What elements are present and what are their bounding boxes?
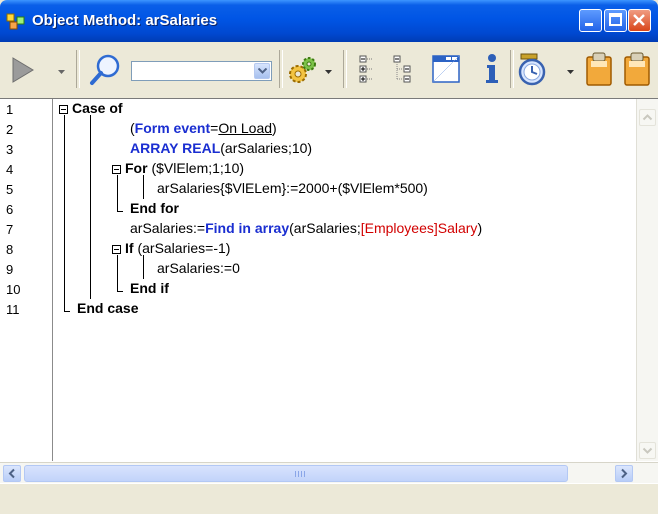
scroll-down-button[interactable] (639, 442, 656, 459)
code-token: (arSalaries; (289, 220, 361, 236)
scroll-right-button[interactable] (615, 465, 633, 482)
code-line-8[interactable]: If (arSalaries=-1) (125, 240, 230, 256)
code-token: ) (272, 120, 277, 136)
clipboard-icon[interactable] (622, 51, 652, 87)
vertical-scrollbar[interactable] (636, 99, 658, 461)
collapse-all-icon[interactable] (358, 54, 376, 84)
code-token: arSalaries:= (130, 220, 206, 236)
window-title: Object Method: arSalaries (32, 12, 218, 29)
fold-toggle-case[interactable] (59, 105, 68, 114)
toolbar (0, 42, 658, 99)
gears-dropdown-icon[interactable] (325, 70, 332, 74)
fold-guide (64, 115, 65, 311)
code-line-3[interactable]: ARRAY REAL(arSalaries;10) (130, 140, 312, 156)
code-token: (arSalaries;10) (220, 140, 313, 156)
scroll-up-button[interactable] (639, 109, 656, 126)
gears-icon[interactable] (287, 54, 319, 86)
fold-toggle-for[interactable] (112, 165, 121, 174)
maximize-icon (609, 13, 622, 26)
chevron-right-icon (621, 468, 628, 479)
toolbar-separator (510, 50, 514, 88)
code-line-11[interactable]: End case (77, 300, 138, 316)
code-line-2[interactable]: (Form event=On Load) (130, 120, 277, 136)
code-line-10[interactable]: End if (130, 280, 169, 296)
expand-tree-icon[interactable] (393, 54, 415, 84)
fold-guide (117, 211, 123, 212)
scroll-left-button[interactable] (3, 465, 21, 482)
form-icon[interactable] (431, 54, 461, 84)
constant-token: On Load (218, 120, 273, 136)
scroll-thumb[interactable] (24, 465, 568, 482)
code-line-9[interactable]: arSalaries:=0 (157, 260, 240, 276)
clock-icon[interactable] (517, 52, 549, 86)
magnifier-icon[interactable] (89, 53, 123, 87)
fold-guide (64, 311, 70, 312)
chevron-up-icon (642, 114, 653, 121)
code-token: ) (477, 220, 483, 236)
minimize-button[interactable] (579, 9, 602, 32)
horizontal-scrollbar[interactable] (0, 462, 658, 484)
toolbar-separator (76, 50, 80, 88)
chevron-down-icon (258, 68, 267, 74)
title-bar[interactable]: Object Method: arSalaries (0, 0, 658, 42)
fold-toggle-if[interactable] (112, 245, 121, 254)
info-icon[interactable] (482, 53, 502, 85)
code-token: (arSalaries=-1) (133, 240, 231, 256)
minimize-icon (585, 23, 593, 26)
toolbar-separator (343, 50, 347, 88)
clock-dropdown-icon[interactable] (567, 70, 574, 74)
code-token: ($VlElem;1;10) (147, 160, 245, 176)
maximize-button[interactable] (604, 9, 627, 32)
code-editor[interactable]: 1 2 3 4 5 6 7 8 9 10 11 Case of (Form ev… (0, 98, 658, 463)
code-line-5[interactable]: arSalaries{$VlELem}:=2000+($VlElem*500) (157, 180, 428, 196)
scroll-grip (295, 471, 305, 477)
code-line-7[interactable]: arSalaries:=Find in array(arSalaries;[Em… (130, 220, 482, 236)
keyword: End case (77, 300, 139, 316)
close-icon (633, 14, 645, 26)
search-combo-button[interactable] (254, 63, 270, 79)
code-line-4[interactable]: For ($VlElem;1;10) (125, 160, 244, 176)
4d-method-icon (6, 13, 25, 30)
code-line-1[interactable]: Case of (72, 100, 123, 116)
close-button[interactable] (628, 9, 651, 32)
clipboard-icon[interactable] (584, 51, 614, 87)
fold-guide (117, 291, 123, 292)
fold-guide (143, 175, 144, 199)
code-line-6[interactable]: End for (130, 200, 179, 216)
keyword: End for (130, 200, 179, 216)
toolbar-separator (279, 50, 283, 88)
command-token: ARRAY REAL (130, 140, 221, 156)
run-triangle-icon[interactable] (10, 55, 36, 85)
code-token: arSalaries:=0 (157, 260, 240, 276)
keyword: For (125, 160, 148, 176)
fold-guide (117, 255, 118, 291)
code-area[interactable]: Case of (Form event=On Load) ARRAY REAL(… (0, 99, 636, 461)
keyword: End if (130, 280, 169, 296)
chevron-down-icon (642, 447, 653, 454)
command-token: Find in array (205, 220, 290, 236)
status-bar (0, 483, 658, 514)
chevron-left-icon (8, 468, 15, 479)
search-combo[interactable] (131, 61, 272, 81)
code-token: arSalaries{$VlELem}:=2000+($VlElem*500) (157, 180, 428, 196)
keyword: If (125, 240, 134, 256)
run-dropdown-icon[interactable] (58, 70, 65, 74)
field-token: [Employees]Salary (360, 220, 478, 236)
fold-guide (143, 255, 144, 279)
fold-guide (117, 175, 118, 211)
fold-guide (90, 115, 91, 299)
command-token: Form event (134, 120, 211, 136)
keyword: Case of (72, 100, 123, 116)
